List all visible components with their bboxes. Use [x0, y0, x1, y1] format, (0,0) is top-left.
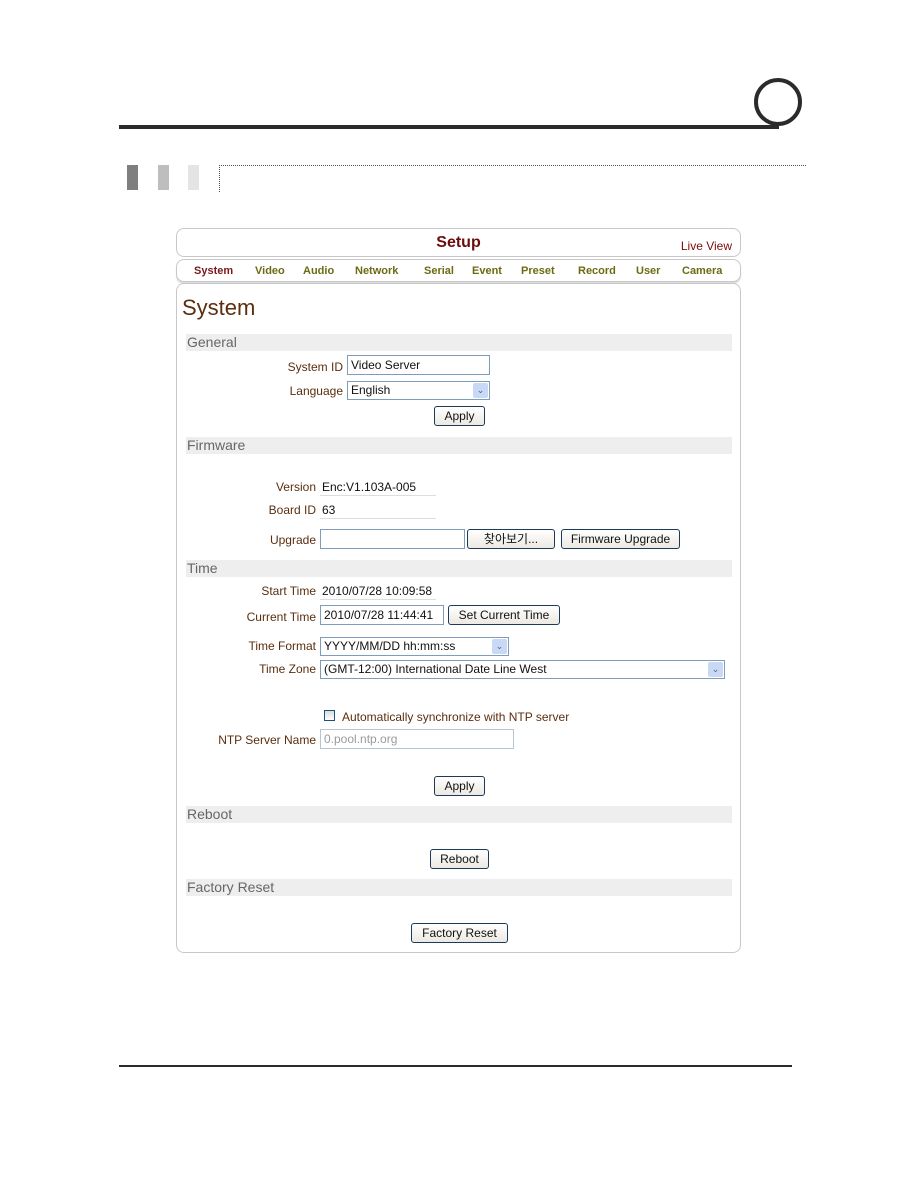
section-time: Time [186, 560, 732, 577]
time-apply-button[interactable]: Apply [434, 776, 485, 796]
ntp-sync-checkbox[interactable] [324, 710, 335, 721]
language-select[interactable]: English ⌄ [347, 381, 490, 400]
board-id-value: 63 [322, 503, 336, 517]
nav-tab-event[interactable]: Event [472, 265, 502, 277]
section-marker-mid [158, 165, 169, 190]
nav-tab-system[interactable]: System [194, 265, 233, 277]
top-rule [119, 125, 779, 129]
browse-button[interactable]: 찾아보기... [467, 529, 555, 549]
board-id-underline [320, 518, 436, 519]
system-panel: System General System ID Video Server La… [176, 283, 741, 953]
reboot-button[interactable]: Reboot [430, 849, 489, 869]
factory-reset-button[interactable]: Factory Reset [411, 923, 508, 943]
version-value: Enc:V1.103A-005 [322, 480, 417, 494]
nav-tab-network[interactable]: Network [355, 265, 398, 277]
nav-tab-camera[interactable]: Camera [682, 265, 722, 277]
dotted-rule [219, 165, 806, 166]
setup-header: Setup Live View [176, 228, 741, 257]
version-underline [320, 495, 436, 496]
ntp-server-input[interactable]: 0.pool.ntp.org [320, 729, 514, 749]
section-reboot: Reboot [186, 806, 732, 823]
time-format-select-value: YYYY/MM/DD hh:mm:ss [324, 639, 456, 653]
nav-tab-video[interactable]: Video [255, 265, 285, 277]
section-general: General [186, 334, 732, 351]
upgrade-label: Upgrade [269, 533, 316, 547]
section-time-title: Time [187, 560, 218, 576]
system-id-label: System ID [287, 360, 343, 374]
ntp-server-label: NTP Server Name [218, 733, 316, 747]
nav-tab-preset[interactable]: Preset [521, 265, 555, 277]
chevron-down-icon: ⌄ [492, 639, 507, 654]
time-zone-select[interactable]: (GMT-12:00) International Date Line West… [320, 660, 725, 679]
upgrade-file-input[interactable] [320, 529, 465, 549]
section-firmware: Firmware [186, 437, 732, 454]
board-id-label: Board ID [268, 503, 316, 517]
current-time-input[interactable]: 2010/07/28 11:44:41 [320, 605, 444, 625]
section-factory-reset-title: Factory Reset [187, 879, 275, 895]
section-firmware-title: Firmware [187, 437, 246, 453]
general-apply-button[interactable]: Apply [434, 406, 485, 426]
page-title: System [182, 295, 256, 320]
chapter-circle-icon [754, 78, 802, 126]
section-marker-dark [127, 165, 138, 190]
live-view-link[interactable]: Live View [681, 239, 732, 253]
version-label: Version [275, 480, 316, 494]
start-time-value: 2010/07/28 10:09:58 [322, 584, 433, 598]
nav-tab-serial[interactable]: Serial [424, 265, 454, 277]
section-marker-light [188, 165, 199, 190]
time-zone-select-value: (GMT-12:00) International Date Line West [324, 662, 547, 676]
nav-tab-user[interactable]: User [636, 265, 660, 277]
set-current-time-button[interactable]: Set Current Time [448, 605, 560, 625]
nav-tab-audio[interactable]: Audio [303, 265, 334, 277]
start-time-underline [320, 599, 436, 600]
language-select-value: English [351, 383, 391, 397]
setup-title: Setup [436, 234, 481, 251]
section-factory-reset: Factory Reset [186, 879, 732, 896]
current-time-label: Current Time [246, 610, 316, 624]
setup-nav: System Video Audio Network Serial Event … [176, 259, 741, 282]
section-reboot-title: Reboot [187, 806, 233, 822]
section-general-title: General [187, 334, 237, 350]
firmware-upgrade-button[interactable]: Firmware Upgrade [561, 529, 680, 549]
time-format-label: Time Format [248, 639, 316, 653]
nav-tab-record[interactable]: Record [578, 265, 616, 277]
ntp-sync-label: Automatically synchronize with NTP serve… [342, 710, 570, 724]
system-id-input[interactable]: Video Server [347, 355, 490, 375]
language-label: Language [289, 384, 343, 398]
time-zone-label: Time Zone [259, 662, 316, 676]
dotted-rule-vertical [219, 165, 220, 192]
chevron-down-icon: ⌄ [473, 383, 488, 398]
chevron-down-icon: ⌄ [708, 662, 723, 677]
time-format-select[interactable]: YYYY/MM/DD hh:mm:ss ⌄ [320, 637, 509, 656]
bottom-rule [119, 1065, 792, 1067]
start-time-label: Start Time [261, 584, 316, 598]
